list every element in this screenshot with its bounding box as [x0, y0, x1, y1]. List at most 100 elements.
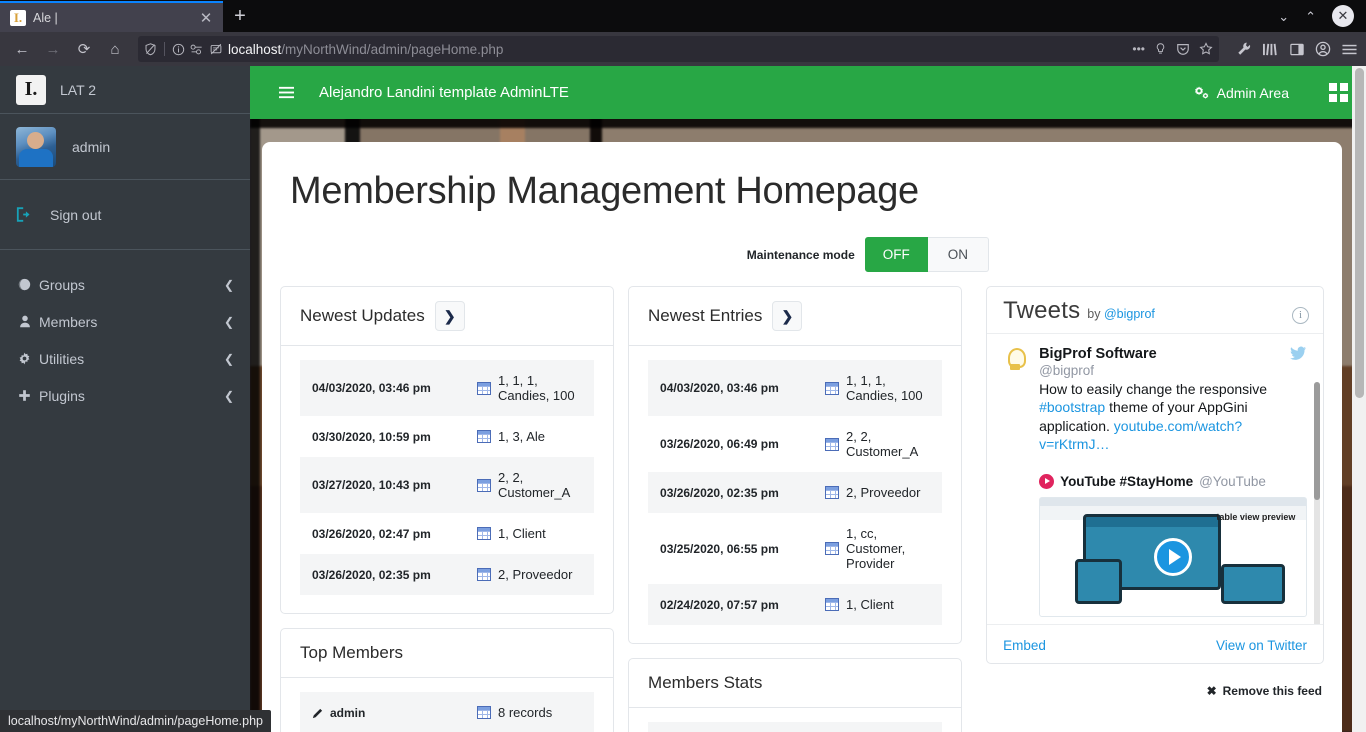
- url-path: /myNorthWind/admin/pageHome.php: [281, 41, 504, 57]
- table-icon: [477, 478, 491, 492]
- sidebar-item-plugins[interactable]: Plugins ❮: [0, 377, 250, 414]
- media-shape: [1220, 563, 1285, 605]
- status-bar: localhost/myNorthWind/admin/pageHome.php: [0, 710, 271, 732]
- wrench-icon[interactable]: [1236, 41, 1252, 57]
- toolbar-right: [1230, 41, 1358, 57]
- forward-button[interactable]: →: [39, 35, 67, 63]
- grid-icon[interactable]: [1329, 83, 1348, 102]
- brand-name: LAT 2: [60, 81, 97, 98]
- browser-tab[interactable]: I. Ale | ✕: [0, 1, 223, 32]
- sidebar-item-utilities[interactable]: Utilities ❮: [0, 340, 250, 377]
- address-bar[interactable]: localhost/myNorthWind/admin/pageHome.php…: [138, 36, 1219, 62]
- library-icon[interactable]: [1262, 42, 1279, 57]
- list-item[interactable]: 03/26/2020, 06:49 pm 2, 2, Customer_A: [648, 416, 942, 472]
- sidebar-brand[interactable]: I. LAT 2: [0, 66, 250, 114]
- newest-entries-more-button[interactable]: ❯: [772, 301, 803, 331]
- list-item[interactable]: 03/26/2020, 02:47 pm 1, Client: [300, 513, 594, 554]
- pocket-icon[interactable]: [1176, 42, 1190, 56]
- window-close-icon[interactable]: ✕: [1332, 5, 1354, 27]
- tab-favicon-icon: I.: [10, 9, 26, 26]
- lightbulb-icon[interactable]: [1154, 42, 1167, 56]
- table-icon: [825, 598, 840, 611]
- list-item[interactable]: 03/26/2020, 02:35 pm 2, Proveedor: [648, 472, 943, 513]
- list-item[interactable]: 03/30/2020, 10:59 pm 1, 3, Ale: [300, 416, 594, 457]
- reload-button[interactable]: ⟳: [70, 35, 98, 63]
- view-on-twitter-link[interactable]: View on Twitter: [1216, 638, 1307, 653]
- avatar: [16, 126, 56, 167]
- ellipsis-icon[interactable]: •••: [1132, 42, 1145, 56]
- maintenance-on-button[interactable]: ON: [927, 237, 989, 272]
- signout-button[interactable]: Sign out: [16, 207, 101, 223]
- row-records: 8 records: [477, 705, 552, 720]
- list-item[interactable]: Total groups 3: [648, 722, 943, 732]
- column-right: Tweets by @bigprof i BigProf Software @b…: [986, 286, 1324, 698]
- row-value-text: 1, Client: [498, 526, 546, 541]
- tweets-footer: Embed View on Twitter: [987, 624, 1323, 663]
- chevron-left-icon: ❮: [223, 277, 234, 292]
- row-value-text: 2, 2, Customer_A: [846, 429, 919, 459]
- remove-feed-button[interactable]: ✖ Remove this feed: [986, 684, 1324, 698]
- row-value: 2, Proveedor: [825, 485, 920, 500]
- list-item[interactable]: 02/24/2020, 07:57 pm 1, Client: [648, 584, 943, 625]
- hamburger-icon[interactable]: [278, 85, 295, 100]
- list-item[interactable]: admin 8 records: [300, 692, 595, 732]
- embed-link[interactable]: Embed: [1003, 638, 1046, 653]
- list-item[interactable]: 04/03/2020, 03:46 pm 1, 1, 1, Candies, 1…: [300, 360, 595, 416]
- row-value: 1, Client: [825, 597, 894, 612]
- maintenance-off-button[interactable]: OFF: [864, 237, 928, 272]
- main-card: Membership Management Homepage Maintenan…: [262, 142, 1342, 732]
- panel-body: 04/03/2020, 03:46 pm 1, 1, 1, Candies, 1…: [629, 346, 961, 643]
- globe-icon: [16, 278, 33, 291]
- signout-label: Sign out: [50, 206, 102, 223]
- tweets-handle-link[interactable]: @bigprof: [1104, 307, 1155, 321]
- sidebar-item-groups[interactable]: Groups ❮: [0, 266, 250, 303]
- reader-mode-off-icon[interactable]: [209, 43, 223, 56]
- row-value: 1, 1, 1, Candies, 100: [825, 373, 930, 403]
- newest-updates-panel: Newest Updates ❯ 04/03/2020, 03:46 pm 1,…: [280, 286, 615, 614]
- list-item[interactable]: 03/26/2020, 02:35 pm 2, Proveedor: [300, 554, 595, 595]
- back-button[interactable]: ←: [8, 35, 36, 63]
- url-text[interactable]: localhost/myNorthWind/admin/pageHome.php: [228, 42, 1121, 57]
- tweet-item[interactable]: BigProf Software @bigprof How to easily …: [1001, 346, 1307, 617]
- permissions-icon[interactable]: [190, 43, 204, 56]
- row-value-text: 1, 1, 1, Candies, 100: [498, 373, 575, 403]
- page-scrollbar[interactable]: [1352, 66, 1366, 732]
- user-icon: [16, 315, 33, 328]
- row-date: 02/24/2020, 07:57 pm: [660, 597, 779, 612]
- star-icon[interactable]: [1199, 42, 1213, 56]
- tweets-scrollbar[interactable]: [1314, 382, 1320, 624]
- tweet-quote-source[interactable]: YouTube #StayHome @YouTube: [1039, 473, 1307, 489]
- remove-feed-label: Remove this feed: [1222, 684, 1322, 698]
- tweet-text: How to easily change the responsive #boo…: [1039, 380, 1307, 454]
- row-value: 1, Client: [477, 526, 546, 541]
- newest-updates-more-button[interactable]: ❯: [434, 301, 465, 331]
- maximize-icon[interactable]: ⌃: [1305, 10, 1316, 23]
- table-icon: [477, 706, 491, 719]
- shield-off-icon[interactable]: [144, 42, 157, 56]
- info-icon[interactable]: i: [1292, 306, 1309, 324]
- row-date: 04/03/2020, 03:46 pm: [660, 381, 779, 395]
- panel-header: Top Members: [281, 629, 614, 678]
- tweet-media-thumbnail[interactable]: table view preview: [1039, 496, 1307, 617]
- row-value: 2, Proveedor: [477, 567, 572, 582]
- home-button[interactable]: ⌂: [101, 35, 129, 63]
- sidebar-icon[interactable]: [1289, 42, 1305, 57]
- menu-icon[interactable]: [1341, 42, 1358, 57]
- minimize-icon[interactable]: ⌄: [1278, 10, 1289, 23]
- admin-area-button[interactable]: Admin Area: [1193, 85, 1289, 101]
- info-circle-icon[interactable]: [172, 43, 185, 56]
- content-area: Alejandro Landini template AdminLTE Admi…: [250, 66, 1366, 732]
- table-icon: [825, 437, 840, 451]
- sidebar-user[interactable]: admin: [0, 114, 250, 180]
- panel-header: Members Stats: [629, 659, 962, 708]
- new-tab-button[interactable]: +: [223, 1, 257, 32]
- account-icon[interactable]: [1315, 41, 1331, 57]
- list-item[interactable]: 03/27/2020, 10:43 pm 2, 2, Customer_A: [300, 457, 595, 513]
- sidebar-item-members[interactable]: Members ❮: [0, 303, 250, 340]
- list-item[interactable]: 03/25/2020, 06:55 pm 1, cc, Customer, Pr…: [648, 513, 942, 584]
- tweet-hashtag-link[interactable]: #bootstrap: [1039, 399, 1105, 415]
- play-icon[interactable]: [1154, 537, 1193, 576]
- list-item[interactable]: 04/03/2020, 03:46 pm 1, 1, 1, Candies, 1…: [648, 360, 943, 416]
- close-icon[interactable]: ✕: [197, 9, 215, 27]
- byline-prefix: by: [1087, 307, 1101, 321]
